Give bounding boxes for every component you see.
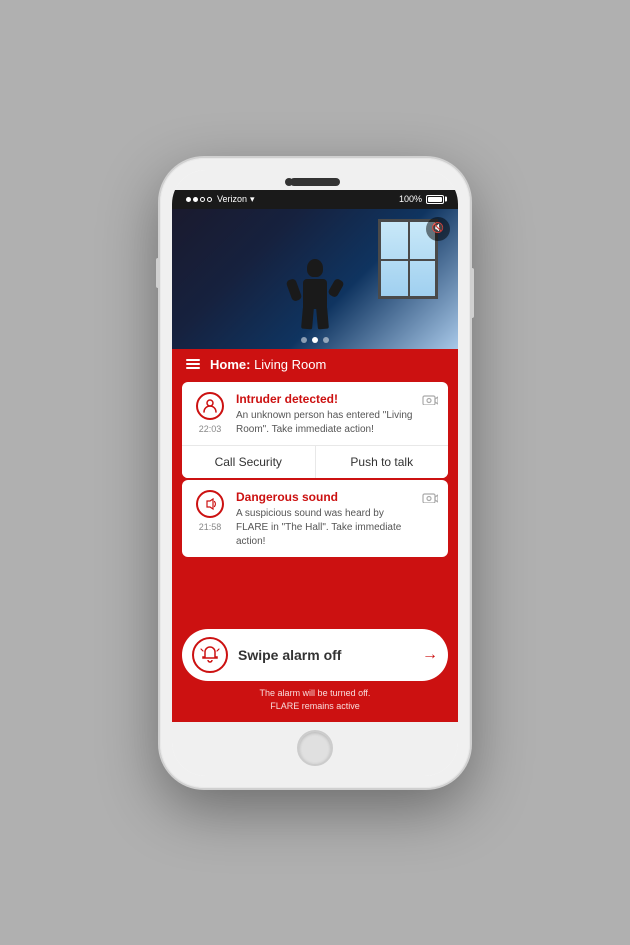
alert-1-camera-icon (422, 392, 438, 408)
alert-2-time: 21:58 (199, 522, 222, 532)
page-dot-1 (301, 337, 307, 343)
sound-icon (203, 497, 217, 511)
alert-2-left: 21:58 (192, 490, 228, 532)
battery-percent: 100% (399, 194, 422, 204)
wifi-icon: ▾ (250, 194, 255, 205)
carrier-label: Verizon (217, 194, 247, 204)
alert-card-1: 22:03 Intruder detected! An unknown pers… (182, 382, 448, 478)
alarm-footer-line1: The alarm will be turned off. (260, 688, 371, 698)
signal-dot-3 (200, 197, 205, 202)
front-camera (285, 178, 293, 186)
nav-title-prefix: Home: (210, 357, 254, 372)
alert-1-left: 22:03 (192, 392, 228, 434)
camera-icon-2 (422, 491, 438, 503)
mute-button[interactable]: 🔇 (426, 217, 450, 241)
alert-2-icon (196, 490, 224, 518)
alarm-footer-line2: FLARE remains active (270, 701, 360, 711)
alarm-bell-icon (192, 637, 228, 673)
alert-1-icon (196, 392, 224, 420)
nav-title-location: Living Room (254, 357, 326, 372)
alert-1-description: An unknown person has entered "Living Ro… (236, 409, 414, 437)
alert-2-title: Dangerous sound (236, 490, 414, 504)
nav-title: Home: Living Room (210, 357, 326, 372)
window-divider-v (408, 222, 410, 296)
speaker (290, 178, 340, 186)
home-button[interactable] (297, 730, 333, 766)
call-security-button[interactable]: Call Security (182, 446, 316, 478)
signal-dot-1 (186, 197, 191, 202)
phone-screen: Verizon ▾ 100% (172, 170, 458, 776)
signal-dots (186, 197, 212, 202)
alarm-footer: The alarm will be turned off. FLARE rema… (260, 687, 371, 714)
main-content: 22:03 Intruder detected! An unknown pers… (172, 380, 458, 722)
alert-1-time: 22:03 (199, 424, 222, 434)
phone-frame: Verizon ▾ 100% (160, 158, 470, 788)
swipe-alarm-button[interactable]: Swipe alarm off → (182, 629, 448, 681)
person-icon (203, 399, 217, 413)
bell-icon (200, 645, 220, 665)
alert-2-camera-icon (422, 490, 438, 506)
alert-card-1-body: 22:03 Intruder detected! An unknown pers… (182, 382, 448, 445)
camera-feed: 🔇 (172, 209, 458, 349)
push-to-talk-button[interactable]: Push to talk (316, 446, 449, 478)
alarm-section: Swipe alarm off → The alarm will be turn… (172, 619, 458, 720)
hamburger-line-1 (186, 359, 200, 361)
hamburger-line-2 (186, 363, 200, 365)
alert-2-right: Dangerous sound A suspicious sound was h… (236, 490, 414, 549)
pagination-dots (301, 337, 329, 343)
swipe-label: Swipe alarm off (238, 647, 422, 663)
swipe-arrow: → (422, 646, 438, 664)
hamburger-line-3 (186, 367, 200, 369)
alert-1-right: Intruder detected! An unknown person has… (236, 392, 414, 437)
intruder-leg-left (301, 306, 314, 329)
hamburger-menu[interactable] (186, 359, 200, 369)
intruder-head (307, 259, 323, 277)
home-button-area (172, 722, 458, 776)
battery-fill (428, 197, 442, 202)
status-left: Verizon ▾ (186, 194, 255, 205)
alert-2-description: A suspicious sound was heard by FLARE in… (236, 507, 414, 549)
intruder-arm-left (286, 277, 303, 301)
page-dot-2 (312, 337, 318, 343)
nav-bar: Home: Living Room (172, 349, 458, 380)
signal-dot-2 (193, 197, 198, 202)
intruder-leg-right (316, 306, 329, 329)
signal-dot-4 (207, 197, 212, 202)
intruder-body (295, 259, 335, 329)
phone-notch (172, 170, 458, 190)
intruder-silhouette (295, 259, 335, 329)
battery-icon (426, 195, 444, 204)
alert-1-actions: Call Security Push to talk (182, 445, 448, 478)
page-dot-3 (323, 337, 329, 343)
status-bar: Verizon ▾ 100% (172, 190, 458, 209)
intruder-arm-right (327, 277, 345, 298)
mute-icon: 🔇 (432, 223, 444, 234)
alert-1-title: Intruder detected! (236, 392, 414, 406)
alert-card-2-body: 21:58 Dangerous sound A suspicious sound… (182, 480, 448, 557)
status-right: 100% (399, 194, 444, 204)
camera-icon (422, 393, 438, 405)
alert-card-2: 21:58 Dangerous sound A suspicious sound… (182, 480, 448, 557)
intruder-torso (303, 279, 327, 309)
